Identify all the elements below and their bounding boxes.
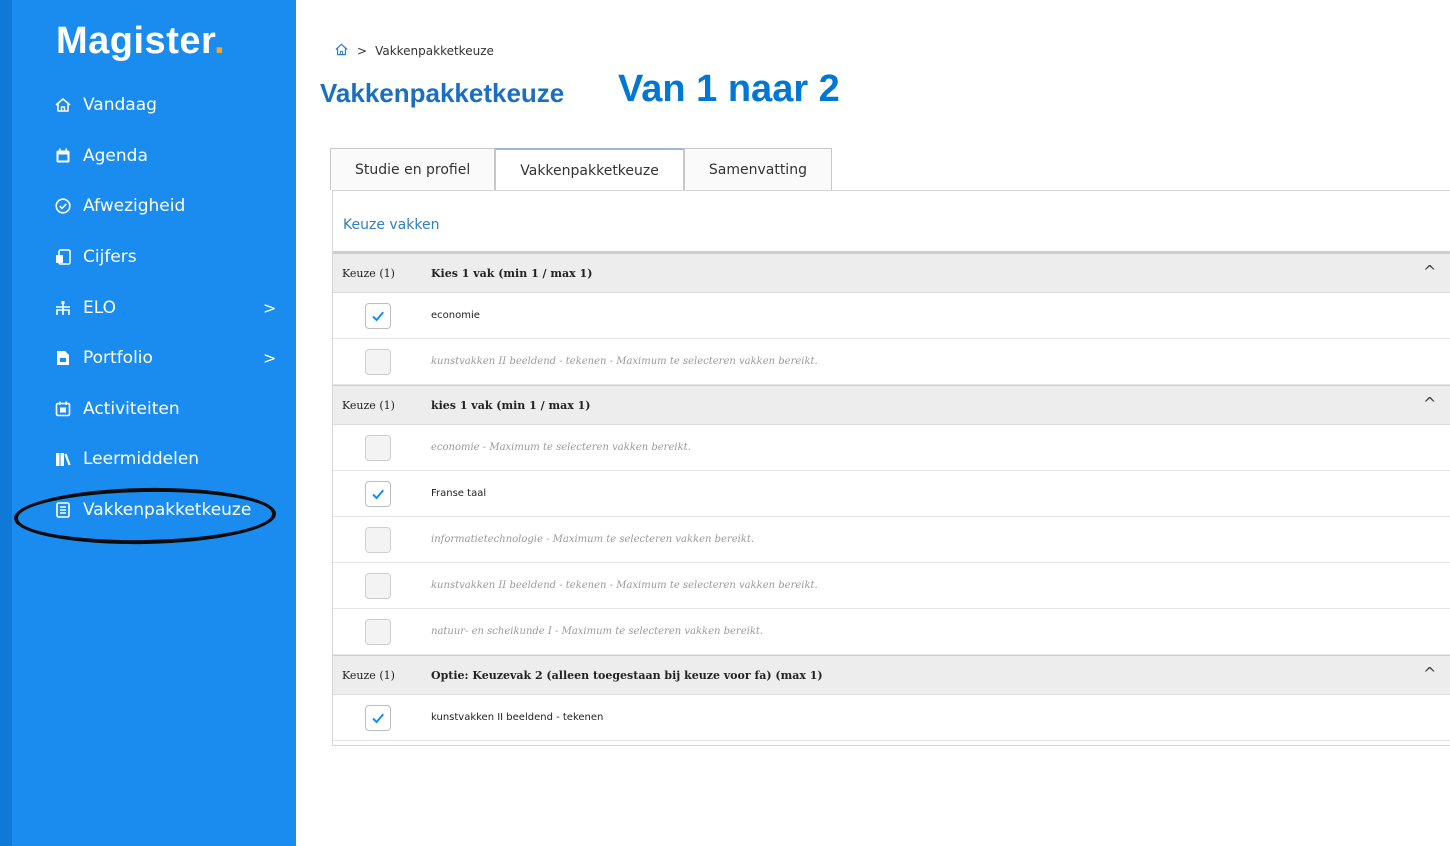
portfolio-icon (54, 349, 72, 367)
subject-row: economie (333, 293, 1450, 339)
page-title: Vakkenpakketkeuze (320, 78, 565, 108)
sidebar-item-afwezigheid[interactable]: Afwezigheid (0, 181, 296, 232)
subject-label: kunstvakken II beeldend - tekenen - Maxi… (431, 580, 818, 591)
tab-samenvatting[interactable]: Samenvatting (683, 148, 832, 190)
overlay-caption: Van 1 naar 2 (618, 68, 840, 110)
group-choice-count: Keuze (1) (342, 668, 395, 682)
subject-row: Franse taal (333, 471, 1450, 517)
sidebar-item-portfolio[interactable]: Portfolio > (0, 333, 296, 384)
checkbox-unchecked (365, 618, 391, 645)
home-icon[interactable] (334, 42, 349, 60)
sidebar-nav: Vandaag Agenda Afwezigheid Cijfers ELO > Portf… (0, 80, 296, 535)
chevron-right-icon[interactable]: > (263, 349, 276, 368)
subject-row: economie - Maximum te selecteren vakken … (333, 425, 1450, 471)
sidebar-item-label: Agenda (83, 145, 148, 166)
subject-row: kunstvakken II beeldend - tekenen - Maxi… (333, 339, 1450, 385)
subject-row: kunstvakken II beeldend - tekenen - Maxi… (333, 563, 1450, 609)
sidebar-item-leermiddelen[interactable]: Leermiddelen (0, 434, 296, 485)
checkbox-checked[interactable] (365, 480, 391, 507)
group-choice-count: Keuze (1) (342, 266, 395, 280)
group-title: kies 1 vak (min 1 / max 1) (431, 398, 591, 412)
sidebar-item-vandaag[interactable]: Vandaag (0, 80, 296, 131)
checkbox-unchecked (365, 434, 391, 461)
activities-icon (54, 400, 72, 418)
logo-text: Magister (56, 20, 215, 62)
home-icon (54, 96, 72, 114)
checkbox-checked[interactable] (365, 704, 391, 731)
sidebar-item-label: Activiteiten (83, 398, 180, 419)
subject-choice-panel: Keuze vakken Keuze (1) Kies 1 vak (min 1 … (332, 190, 1450, 746)
chevron-up-icon[interactable]: ^ (1423, 394, 1436, 413)
app-logo[interactable]: Magister. (56, 20, 225, 63)
main-content: > Vakkenpakketkeuze Vakkenpakketkeuze Va… (296, 0, 1450, 846)
subject-label: Franse taal (431, 488, 487, 499)
group-header[interactable]: Keuze (1) Kies 1 vak (min 1 / max 1) ^ (333, 253, 1450, 293)
chevron-up-icon[interactable]: ^ (1423, 262, 1436, 281)
breadcrumb-separator: > (357, 44, 368, 58)
breadcrumb-current: Vakkenpakketkeuze (375, 44, 494, 58)
check-circle-icon (54, 197, 72, 215)
subject-label: informatietechnologie - Maximum te selec… (431, 534, 755, 545)
subject-label: kunstvakken II beeldend - tekenen (431, 712, 604, 723)
subject-label: economie - Maximum te selecteren vakken … (431, 442, 691, 453)
tab-vakkenpakketkeuze[interactable]: Vakkenpakketkeuze (495, 148, 684, 191)
checkbox-unchecked (365, 348, 391, 375)
sidebar-item-vakkenpakketkeuze[interactable]: Vakkenpakketkeuze (0, 485, 296, 536)
tab-bar: Studie en profiel Vakkenpakketkeuze Samenv… (330, 148, 832, 191)
elo-icon (54, 299, 72, 317)
calendar-icon (54, 147, 72, 165)
list-icon (54, 501, 72, 519)
tab-studie-en-profiel[interactable]: Studie en profiel (330, 148, 496, 190)
subject-label: economie (431, 310, 480, 321)
sidebar-item-activiteiten[interactable]: Activiteiten (0, 384, 296, 435)
subject-row: kunstvakken II beeldend - tekenen (333, 695, 1450, 741)
subject-label: kunstvakken II beeldend - tekenen - Maxi… (431, 356, 818, 367)
sidebar-item-elo[interactable]: ELO > (0, 282, 296, 333)
sidebar-item-label: Portfolio (83, 348, 153, 369)
logo-dot: . (214, 20, 226, 62)
breadcrumb: > Vakkenpakketkeuze (334, 42, 494, 60)
subject-label: natuur- en scheikunde I - Maximum te sel… (431, 626, 764, 637)
sidebar-item-label: Vandaag (83, 95, 157, 116)
group-title: Kies 1 vak (min 1 / max 1) (431, 266, 593, 280)
group-choice-count: Keuze (1) (342, 398, 395, 412)
group-title: Optie: Keuzevak 2 (alleen toegestaan bij… (431, 668, 823, 682)
checkbox-unchecked (365, 526, 391, 553)
group-header[interactable]: Keuze (1) Optie: Keuzevak 2 (alleen toege… (333, 655, 1450, 695)
sidebar-item-label: Cijfers (83, 247, 137, 268)
sidebar-item-cijfers[interactable]: Cijfers (0, 232, 296, 283)
books-icon (54, 450, 72, 468)
panel-label: Keuze vakken (343, 217, 440, 233)
group-header[interactable]: Keuze (1) kies 1 vak (min 1 / max 1) ^ (333, 385, 1450, 425)
chevron-right-icon[interactable]: > (263, 298, 276, 317)
sidebar-item-label: Afwezigheid (83, 196, 186, 217)
chevron-up-icon[interactable]: ^ (1423, 664, 1436, 683)
grades-icon (54, 248, 72, 266)
subject-row: natuur- en scheikunde I - Maximum te sel… (333, 609, 1450, 655)
sidebar-item-label: Vakkenpakketkeuze (83, 500, 252, 521)
checkbox-unchecked (365, 572, 391, 599)
sidebar: Magister. Vandaag Agenda Afwezigheid Cijfer… (0, 0, 296, 846)
sidebar-item-label: Leermiddelen (83, 449, 200, 470)
sidebar-item-agenda[interactable]: Agenda (0, 131, 296, 182)
subject-row: informatietechnologie - Maximum te selec… (333, 517, 1450, 563)
sidebar-item-label: ELO (83, 297, 116, 318)
checkbox-checked[interactable] (365, 302, 391, 329)
